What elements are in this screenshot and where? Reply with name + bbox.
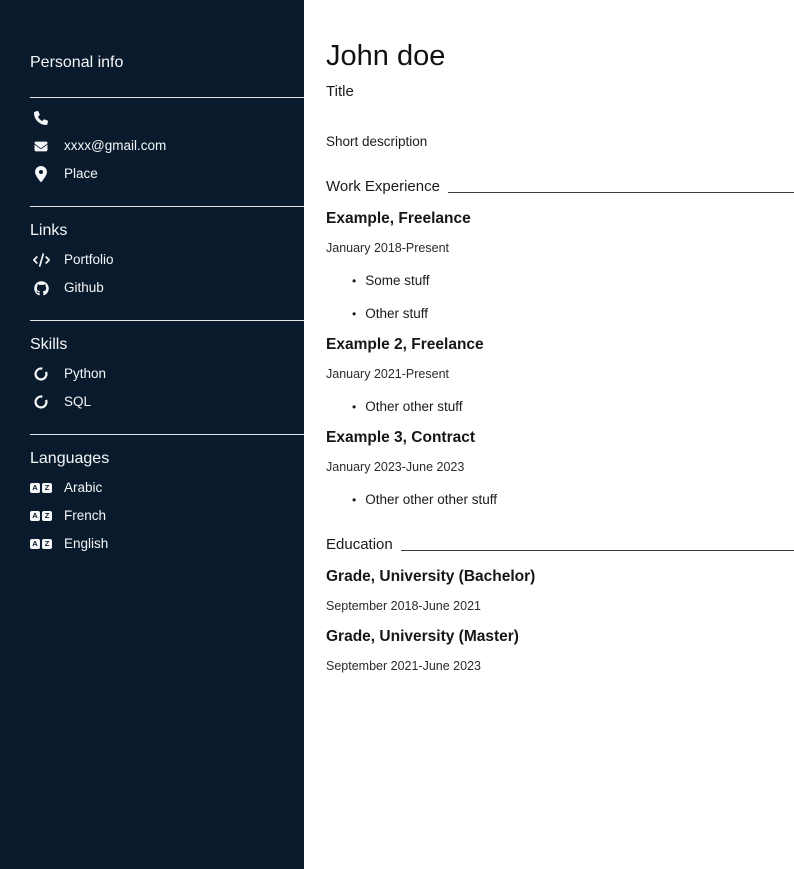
work-entry-title: Example, Freelance — [326, 209, 794, 228]
envelope-icon — [30, 140, 52, 153]
portfolio-link-row[interactable]: Portfolio — [30, 252, 304, 268]
section-rule — [448, 192, 794, 193]
place-row: Place — [30, 166, 304, 182]
language-icon-letter: Z — [42, 539, 52, 549]
language-row: A Z French — [30, 508, 304, 524]
personal-info-heading: Personal info — [30, 53, 304, 72]
language-icon-letter: A — [30, 539, 40, 549]
language-icon-letter: Z — [42, 511, 52, 521]
work-entry: Example 3, Contract January 2023-June 20… — [326, 428, 794, 508]
links-heading: Links — [30, 221, 304, 240]
skills-heading: Skills — [30, 335, 304, 354]
section-rule — [401, 550, 794, 551]
language-icon: A Z — [30, 483, 52, 493]
work-entry-bullets: Other other other stuff — [326, 492, 794, 508]
bullet-item: Other other stuff — [352, 399, 794, 415]
email-label: xxxx@gmail.com — [64, 138, 166, 154]
skill-row: SQL — [30, 394, 304, 410]
github-link-label[interactable]: Github — [64, 280, 104, 296]
phone-icon — [30, 111, 52, 125]
education-entry: Grade, University (Bachelor) September 2… — [326, 567, 794, 614]
circle-notch-icon — [30, 395, 52, 409]
job-title: Title — [326, 83, 794, 101]
skill-label: SQL — [64, 394, 91, 410]
sidebar: Personal info xxxx@gmail.com Place Links… — [0, 0, 304, 869]
bullet-item: Other stuff — [352, 306, 794, 322]
github-link-row[interactable]: Github — [30, 280, 304, 296]
work-experience-section-header: Work Experience — [326, 178, 794, 196]
phone-row — [30, 110, 304, 126]
map-marker-icon — [30, 166, 52, 182]
work-entry-title: Example 2, Freelance — [326, 335, 794, 354]
divider — [30, 97, 304, 98]
languages-heading: Languages — [30, 449, 304, 468]
bullet-item: Other other other stuff — [352, 492, 794, 508]
work-entry-period: January 2023-June 2023 — [326, 460, 794, 475]
work-entry-period: January 2021-Present — [326, 367, 794, 382]
language-icon-letter: A — [30, 511, 40, 521]
divider — [30, 206, 304, 207]
language-icon: A Z — [30, 511, 52, 521]
language-label: Arabic — [64, 480, 102, 496]
work-entry-period: January 2018-Present — [326, 241, 794, 256]
code-icon — [30, 253, 52, 267]
circle-notch-icon — [30, 367, 52, 381]
language-icon: A Z — [30, 539, 52, 549]
education-section-header: Education — [326, 536, 794, 554]
page-title: John doe — [326, 40, 794, 73]
work-entry: Example 2, Freelance January 2021-Presen… — [326, 335, 794, 415]
portfolio-link-label[interactable]: Portfolio — [64, 252, 114, 268]
work-experience-heading: Work Experience — [326, 178, 440, 196]
skill-row: Python — [30, 366, 304, 382]
language-label: French — [64, 508, 106, 524]
language-icon-letter: A — [30, 483, 40, 493]
education-heading: Education — [326, 536, 393, 554]
language-row: A Z English — [30, 536, 304, 552]
bullet-item: Some stuff — [352, 273, 794, 289]
language-label: English — [64, 536, 108, 552]
divider — [30, 320, 304, 321]
language-icon-letter: Z — [42, 483, 52, 493]
resume-body: John doe Title Short description Work Ex… — [304, 0, 794, 869]
language-row: A Z Arabic — [30, 480, 304, 496]
education-entry-period: September 2018-June 2021 — [326, 599, 794, 614]
work-entry-bullets: Some stuff Other stuff — [326, 273, 794, 322]
education-entry-title: Grade, University (Bachelor) — [326, 567, 794, 586]
education-entry: Grade, University (Master) September 202… — [326, 627, 794, 674]
skill-label: Python — [64, 366, 106, 382]
divider — [30, 434, 304, 435]
education-entry-title: Grade, University (Master) — [326, 627, 794, 646]
place-label: Place — [64, 166, 98, 182]
work-entry-title: Example 3, Contract — [326, 428, 794, 447]
education-entry-period: September 2021-June 2023 — [326, 659, 794, 674]
summary-text: Short description — [326, 134, 794, 150]
github-icon — [30, 281, 52, 296]
work-entry-bullets: Other other stuff — [326, 399, 794, 415]
email-row: xxxx@gmail.com — [30, 138, 304, 154]
work-entry: Example, Freelance January 2018-Present … — [326, 209, 794, 322]
